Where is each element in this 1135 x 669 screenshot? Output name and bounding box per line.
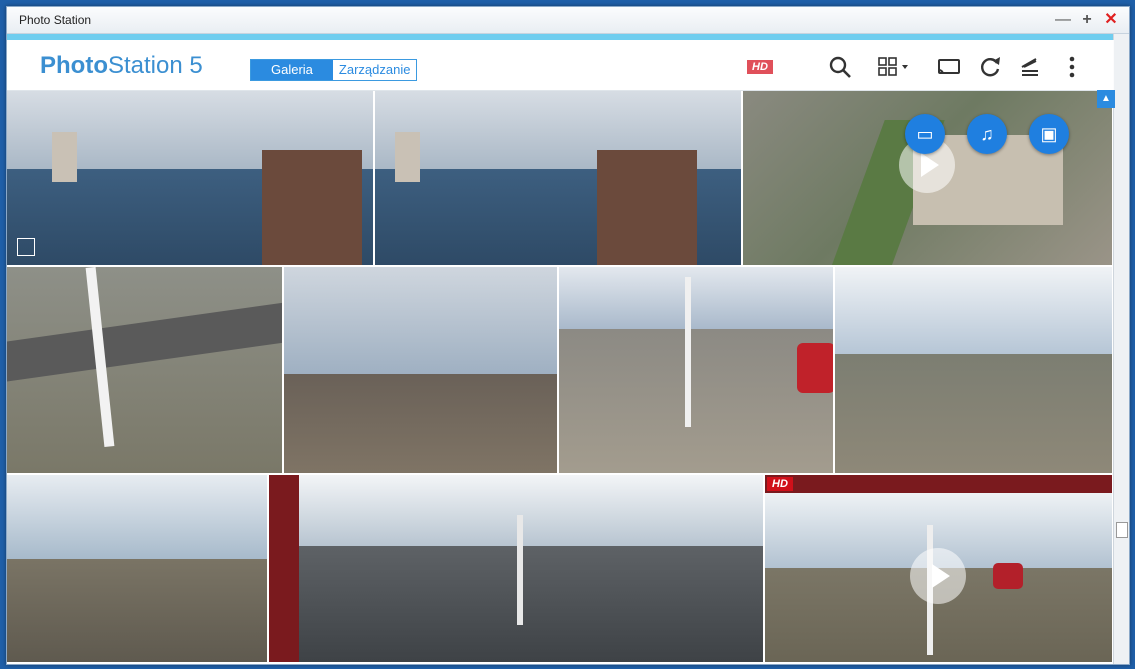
window-title: Photo Station: [19, 13, 92, 27]
more-icon[interactable]: [1059, 54, 1085, 80]
vertical-scrollbar[interactable]: [1113, 34, 1129, 664]
photo-thumbnail[interactable]: [7, 267, 284, 475]
maximize-icon[interactable]: +: [1077, 10, 1097, 30]
photo-thumbnail[interactable]: [7, 475, 269, 664]
minimize-icon[interactable]: —: [1053, 10, 1073, 30]
app-header: PhotoStation 5 Galeria Zarządzanie: [7, 40, 1114, 91]
hd-badge: HD: [747, 60, 773, 74]
title-bar: Photo Station — + ✕: [7, 7, 1129, 34]
photo-station-window: Photo Station — + ✕ PhotoStation 5 Galer…: [6, 6, 1130, 665]
tab-bar: Galeria Zarządzanie: [250, 59, 418, 81]
photo-thumbnail[interactable]: [7, 90, 375, 267]
scroll-top-icon[interactable]: ▲: [1097, 90, 1115, 108]
photo-thumbnail[interactable]: [375, 90, 743, 267]
photo-thumbnail[interactable]: [284, 267, 559, 475]
video-thumbnail[interactable]: HD: [765, 475, 1114, 664]
tab-management[interactable]: Zarządzanie: [332, 60, 417, 80]
search-icon[interactable]: [827, 54, 853, 80]
photo-grid: ▭ ♫ ▣ HD: [7, 90, 1114, 664]
upload-icon[interactable]: [1017, 54, 1043, 80]
scrollbar-thumb[interactable]: [1116, 522, 1128, 538]
app-logo: PhotoStation 5: [40, 52, 203, 79]
cast-icon[interactable]: [936, 54, 962, 80]
refresh-icon[interactable]: [977, 54, 1003, 80]
photo-thumbnail[interactable]: [269, 475, 765, 664]
close-icon[interactable]: ✕: [1101, 10, 1121, 30]
monitor-icon[interactable]: ▭: [905, 114, 945, 154]
view-mode-icon[interactable]: [877, 54, 913, 80]
photo-thumbnail[interactable]: [835, 267, 1114, 475]
hd-badge: HD: [767, 477, 793, 491]
play-icon[interactable]: [910, 548, 966, 604]
photo-thumbnail[interactable]: [559, 267, 835, 475]
select-checkbox[interactable]: [17, 238, 35, 256]
tab-gallery[interactable]: Galeria: [251, 60, 333, 80]
slideshow-icon[interactable]: ▣: [1029, 114, 1069, 154]
music-icon[interactable]: ♫: [967, 114, 1007, 154]
video-thumbnail[interactable]: ▭ ♫ ▣: [743, 90, 1114, 267]
